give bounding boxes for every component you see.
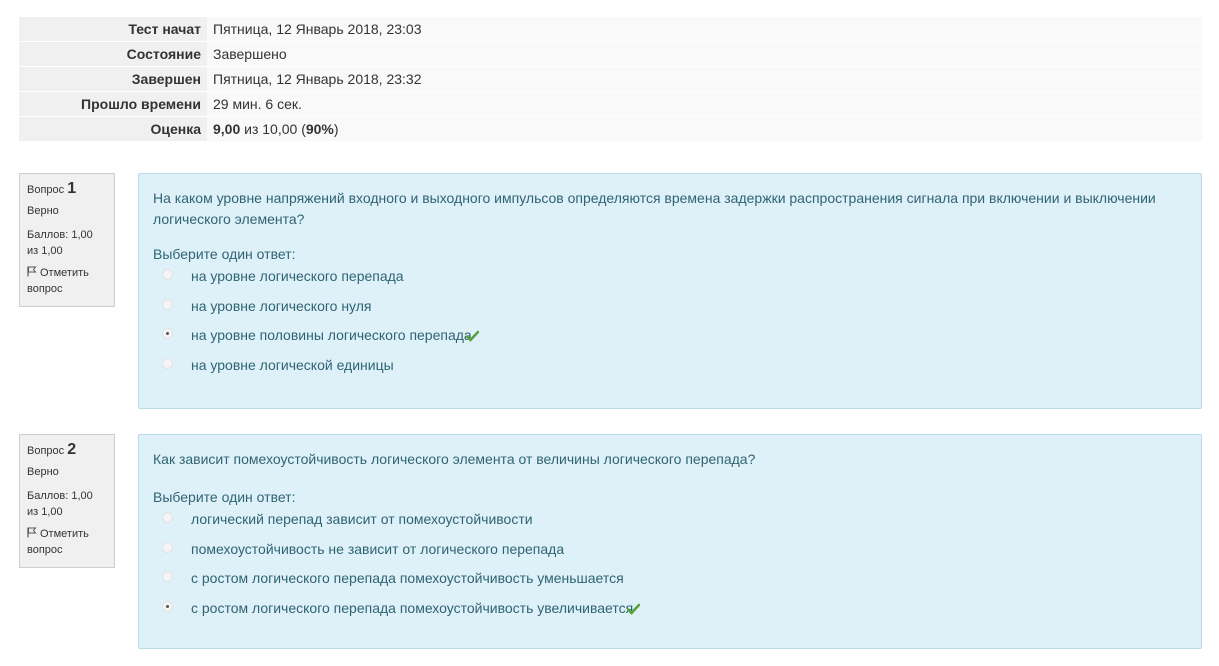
answer-option[interactable]: на уровне половины логического перепада <box>153 325 1187 355</box>
question-number: Вопрос 1 <box>27 180 114 198</box>
question-number: Вопрос 2 <box>27 441 114 459</box>
answer-label: помехоустойчивость не зависит от логичес… <box>191 540 565 557</box>
question-prefix: Вопрос <box>27 445 68 457</box>
answer-label: логический перепад зависит от помехоусто… <box>191 511 533 527</box>
grade-of: из 10,00 ( <box>240 121 306 137</box>
answer-label: на уровне половины логического перепада <box>191 327 472 343</box>
question-content-1: На каком уровне напряжений входного и вы… <box>138 173 1202 409</box>
question-state: Верно <box>27 466 59 478</box>
radio-button[interactable] <box>162 357 173 369</box>
grade-close: ) <box>333 121 339 137</box>
flag-icon <box>27 527 37 538</box>
question-text: На каком уровне напряжений входного и вы… <box>153 190 1156 227</box>
summary-label: Тест начат <box>19 17 207 42</box>
summary-row: Завершен Пятница, 12 Январь 2018, 23:32 <box>19 66 1202 92</box>
summary-value: Пятница, 12 Январь 2018, 23:03 <box>213 21 422 37</box>
flag-question-link[interactable]: Отметить вопрос <box>27 265 114 297</box>
answer-label: на уровне логической единицы <box>191 356 394 373</box>
question-text: Как зависит помехоустойчивость логическо… <box>153 451 756 467</box>
answer-prompt: Выберите один ответ: <box>153 246 296 262</box>
question-grade: Баллов: 1,00 из 1,00 <box>27 229 93 257</box>
summary-label: Оценка <box>19 116 207 142</box>
radio-selected[interactable] <box>162 328 173 339</box>
answer-option[interactable]: помехоустойчивость не зависит от логичес… <box>153 539 1187 569</box>
radio-button[interactable] <box>162 298 173 310</box>
question-state: Верно <box>27 205 59 217</box>
summary-row-grade: Оценка 9,00 из 10,00 (90%) <box>19 116 1202 142</box>
answer-option[interactable]: логический перепад зависит от помехоусто… <box>153 509 1187 539</box>
summary-value: Завершено <box>213 46 287 62</box>
check-icon <box>627 603 641 615</box>
radio-button[interactable] <box>162 512 173 523</box>
grade-percent: 90% <box>305 121 334 137</box>
summary-row: Состояние Завершено <box>19 41 1202 67</box>
question-number-value: 2 <box>67 441 77 458</box>
radio-button[interactable] <box>162 269 173 280</box>
radio-button[interactable] <box>162 541 173 553</box>
flag-icon <box>27 266 37 277</box>
summary-value: Пятница, 12 Январь 2018, 23:32 <box>213 71 422 87</box>
answer-label: с ростом логического перепада помехоусто… <box>191 570 624 586</box>
quiz-summary-table: Тест начат Пятница, 12 Январь 2018, 23:0… <box>19 17 1202 142</box>
grade-value: 9,00 из 10,00 (90%) <box>207 117 1202 142</box>
question-info-2: Вопрос 2 Верно Баллов: 1,00 из 1,00 Отме… <box>19 434 115 568</box>
answer-prompt: Выберите один ответ: <box>153 489 296 505</box>
answer-option[interactable]: с ростом логического перепада помехоусто… <box>153 568 1187 598</box>
answer-option[interactable]: на уровне логической единицы <box>153 355 1187 385</box>
answer-label: с ростом логического перепада помехоусто… <box>191 599 634 616</box>
answer-option[interactable]: на уровне логического нуля <box>153 296 1187 326</box>
question-prefix: Вопрос <box>27 184 68 196</box>
answer-list: логический перепад зависит от помехоусто… <box>153 509 1187 627</box>
flag-question-link[interactable]: Отметить вопрос <box>27 526 114 558</box>
summary-label: Состояние <box>19 41 207 67</box>
summary-row: Тест начат Пятница, 12 Январь 2018, 23:0… <box>19 17 1202 42</box>
question-grade: Баллов: 1,00 из 1,00 <box>27 490 93 518</box>
radio-button[interactable] <box>162 571 173 582</box>
summary-value: 29 мин. 6 сек. <box>213 96 302 112</box>
grade-score: 9,00 <box>213 121 241 137</box>
question-info-1: Вопрос 1 Верно Баллов: 1,00 из 1,00 Отме… <box>19 173 115 307</box>
summary-row: Прошло времени 29 мин. 6 сек. <box>19 91 1202 117</box>
question-content-2: Как зависит помехоустойчивость логическо… <box>138 434 1202 649</box>
answer-list: на уровне логического перепада на уровне … <box>153 266 1187 384</box>
radio-selected[interactable] <box>162 600 173 612</box>
check-icon <box>465 330 479 342</box>
question-number-value: 1 <box>67 180 77 197</box>
answer-label: на уровне логического нуля <box>191 297 372 314</box>
answer-label: на уровне логического перепада <box>191 268 404 284</box>
summary-label: Завершен <box>19 66 207 92</box>
summary-label: Прошло времени <box>19 91 207 117</box>
answer-option[interactable]: на уровне логического перепада <box>153 266 1187 296</box>
answer-option[interactable]: с ростом логического перепада помехоусто… <box>153 598 1187 628</box>
